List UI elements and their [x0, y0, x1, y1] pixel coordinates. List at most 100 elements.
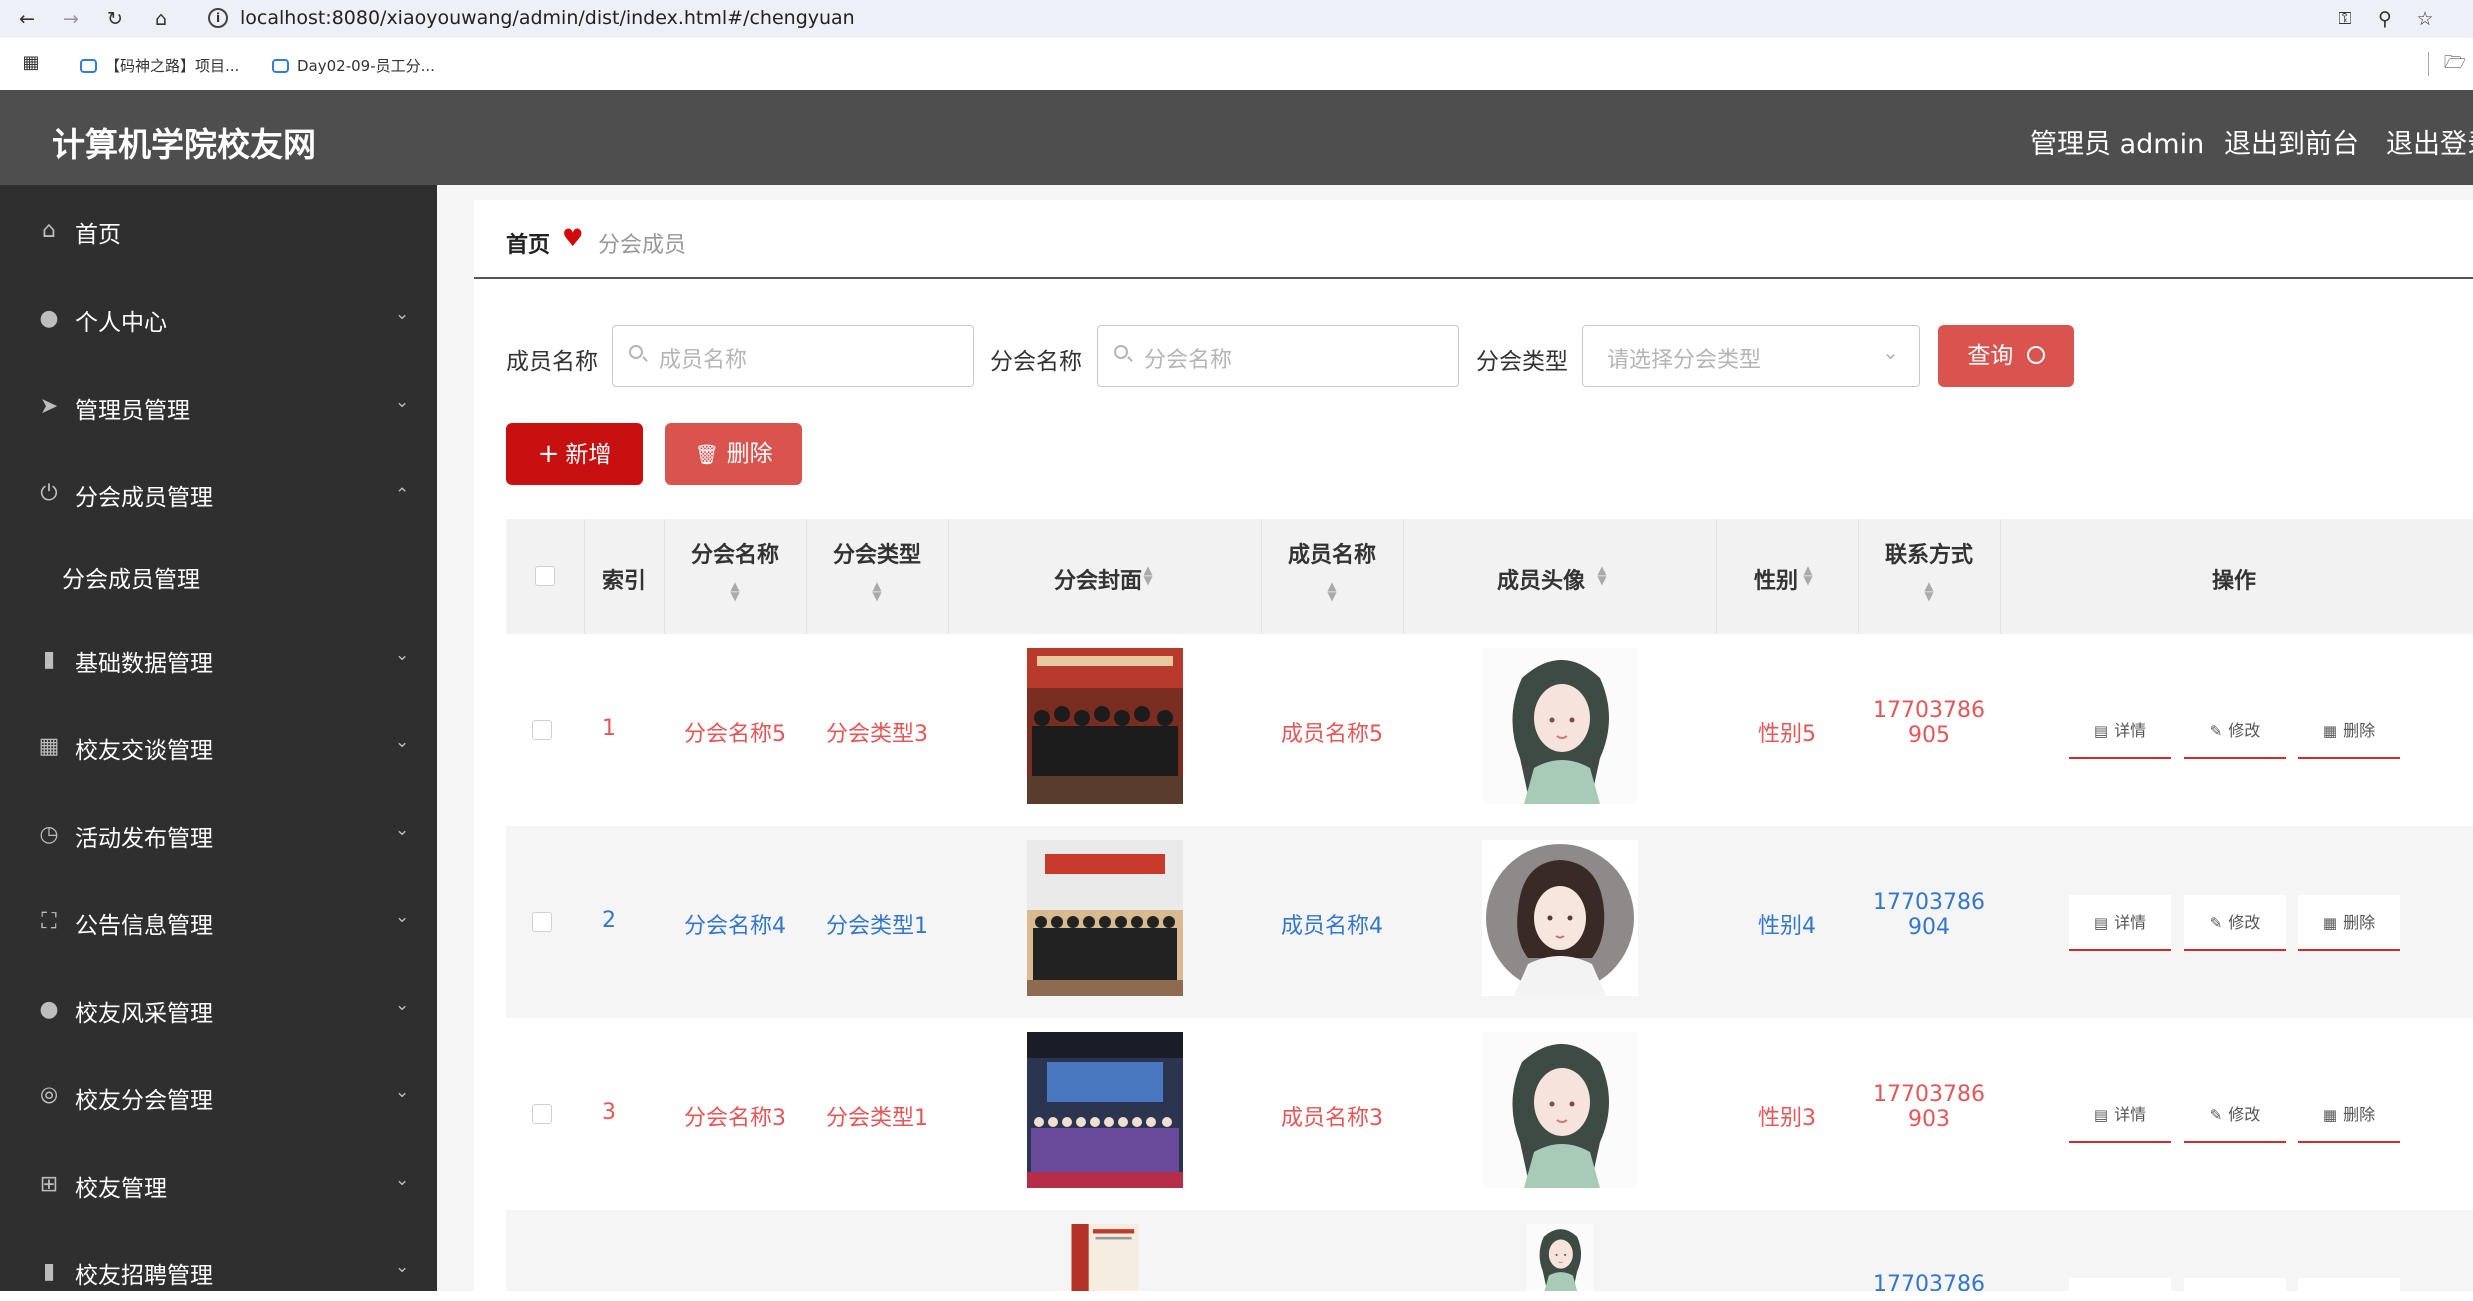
select-all-checkbox[interactable] [535, 566, 555, 586]
edit-label: 修改 [2228, 1105, 2261, 1124]
edit-label: 修改 [2228, 913, 2261, 932]
document-icon: ▤ [2093, 1106, 2109, 1124]
cell-branch-type: 分会类型1 [826, 914, 928, 939]
sidebar-item-recruitment[interactable]: ▮ 校友招聘管理 ⌄ [0, 1241, 437, 1301]
col-branch-type[interactable]: 分会类型 [806, 537, 948, 569]
edit-button[interactable]: ✎ 修改 [2184, 703, 2286, 759]
trash-icon: ▦ [2322, 1106, 2338, 1124]
col-branch-name[interactable]: 分会名称 [664, 537, 806, 569]
row-checkbox[interactable] [532, 1104, 552, 1124]
sidebar-item-admins[interactable]: ➤ 管理员管理 ⌄ [0, 376, 437, 436]
contact-line: 904 [1908, 915, 1950, 940]
bilibili-icon [80, 59, 97, 73]
power-icon: ⏻ [40, 481, 58, 506]
document-icon: ▤ [2093, 722, 2109, 740]
key-icon[interactable]: ⚿ [2330, 4, 2360, 34]
sidebar-item-label: 校友招聘管理 [75, 1263, 213, 1289]
edit-button[interactable]: ✎ 修改 [2184, 895, 2286, 951]
detail-button[interactable]: ▤ 详情 [2069, 703, 2171, 759]
sort-icon[interactable]: ▲ ▼ [664, 580, 806, 602]
cell-gender: 性别4 [1758, 914, 1816, 939]
bookmark-item[interactable]: 【码神之路】项目... [80, 55, 239, 76]
sidebar-item-profile[interactable]: ● 个人中心 ⌄ [0, 288, 437, 348]
home-icon[interactable]: ⌂ [146, 4, 176, 34]
edit-button[interactable] [2184, 1278, 2286, 1291]
sort-icon[interactable]: ▲ ▼ [1261, 580, 1403, 602]
query-button[interactable]: 查询 [1938, 325, 2074, 387]
batch-delete-button[interactable]: 🗑 删除 [665, 423, 802, 485]
sidebar-item-home[interactable]: ⌂ 首页 [0, 200, 437, 260]
member-avatar-image[interactable] [1482, 1224, 1638, 1291]
sidebar-subitem-branch-members[interactable]: 分会成员管理 [0, 545, 437, 605]
branch-cover-image[interactable] [1027, 648, 1183, 804]
sort-icon[interactable]: ▲ ▼ [1798, 564, 1818, 586]
back-icon[interactable]: ← [12, 4, 42, 34]
tag-icon: ▮ [42, 647, 56, 672]
site-info-icon[interactable]: i [208, 8, 228, 28]
edit-button[interactable]: ✎ 修改 [2184, 1087, 2286, 1143]
branch-cover-image[interactable] [1027, 840, 1183, 996]
document-icon: ▤ [2093, 914, 2109, 932]
branch-type-placeholder: 请选择分会类型 [1607, 348, 1762, 373]
reload-icon[interactable]: ↻ [100, 4, 130, 34]
sort-icon[interactable]: ▲ ▼ [1592, 564, 1612, 586]
pencil-icon: ✎ [2209, 914, 2223, 932]
member-avatar-image[interactable] [1482, 840, 1638, 996]
cell-member-name: 成员名称4 [1281, 914, 1383, 939]
detail-button[interactable]: ▤ 详情 [2069, 1087, 2171, 1143]
forward-icon[interactable]: → [56, 4, 86, 34]
sidebar-item-base-data[interactable]: ▮ 基础数据管理 ⌄ [0, 629, 437, 689]
add-button-label: 新增 [565, 442, 612, 468]
bookmark-item[interactable]: Day02-09-员工分... [272, 55, 435, 76]
sidebar-item-label: 首页 [75, 222, 121, 248]
url-bar[interactable]: localhost:8080/xiaoyouwang/admin/dist/in… [240, 7, 855, 29]
sidebar-item-alumni[interactable]: ⊞ 校友管理 ⌄ [0, 1154, 437, 1214]
detail-button[interactable] [2069, 1278, 2171, 1291]
branch-cover-image[interactable] [1027, 1224, 1183, 1291]
col-member-name[interactable]: 成员名称 [1261, 537, 1403, 569]
sidebar-item-alumni-branches[interactable]: ⦾ 校友分会管理 ⌄ [0, 1066, 437, 1126]
delete-button[interactable] [2298, 1278, 2400, 1291]
row-checkbox[interactable] [532, 720, 552, 740]
sidebar-item-branch-members[interactable]: ⏻ 分会成员管理 ⌃ [0, 463, 437, 523]
detail-button[interactable]: ▤ 详情 [2069, 895, 2171, 951]
row-checkbox[interactable] [532, 912, 552, 932]
app-header: 计算机学院校友网 管理员 admin 退出到前台 退出登录 [0, 90, 2473, 185]
sidebar-item-label: 分会成员管理 [62, 567, 200, 593]
sidebar-item-events[interactable]: ◷ 活动发布管理 ⌄ [0, 804, 437, 864]
breadcrumb-home[interactable]: 首页 [506, 227, 550, 259]
contact-line: 17703786 [1873, 1272, 1985, 1291]
member-avatar-image[interactable] [1482, 648, 1638, 804]
branch-type-select[interactable]: 请选择分会类型 ⌄ [1582, 325, 1920, 387]
sidebar-item-notices[interactable]: ⛶ 公告信息管理 ⌄ [0, 891, 437, 951]
sort-icon[interactable]: ▲ ▼ [1138, 564, 1158, 586]
branch-cover-image[interactable] [1027, 1032, 1183, 1188]
zoom-icon[interactable]: ⚲ [2370, 4, 2400, 34]
folder-icon[interactable]: 🗁 [2440, 48, 2470, 78]
add-button[interactable]: + 新增 [506, 423, 643, 485]
member-name-input[interactable]: 成员名称 [612, 325, 974, 387]
sidebar-item-alumni-chat[interactable]: ▦ 校友交谈管理 ⌄ [0, 716, 437, 776]
back-to-front-link[interactable]: 退出到前台 [2224, 122, 2359, 161]
delete-label: 删除 [2343, 1105, 2376, 1124]
sort-icon[interactable]: ▲ ▼ [806, 580, 948, 602]
col-contact[interactable]: 联系方式 [1858, 537, 2000, 569]
delete-button[interactable]: ▦ 删除 [2298, 703, 2400, 759]
sidebar-item-alumni-style[interactable]: ● 校友风采管理 ⌄ [0, 979, 437, 1039]
edit-label: 修改 [2228, 721, 2261, 740]
app-title: 计算机学院校友网 [52, 125, 316, 164]
star-icon[interactable]: ☆ [2410, 4, 2440, 34]
sidebar-item-label: 公告信息管理 [75, 913, 213, 939]
cell-contact: 17703786 905 [1858, 698, 2000, 748]
cell-branch-name: 分会名称3 [684, 1106, 786, 1131]
cell-gender: 性别5 [1758, 722, 1816, 747]
member-avatar-image[interactable] [1482, 1032, 1638, 1188]
apps-icon[interactable]: ▦ [16, 48, 46, 78]
delete-button[interactable]: ▦ 删除 [2298, 1087, 2400, 1143]
logout-link[interactable]: 退出登录 [2386, 122, 2473, 161]
sort-icon[interactable]: ▲ ▼ [1858, 580, 2000, 602]
branch-name-input[interactable]: 分会名称 [1097, 325, 1459, 387]
delete-button[interactable]: ▦ 删除 [2298, 895, 2400, 951]
cell-branch-name: 分会名称5 [684, 722, 786, 747]
briefcase-icon: ▮ [42, 1259, 56, 1284]
